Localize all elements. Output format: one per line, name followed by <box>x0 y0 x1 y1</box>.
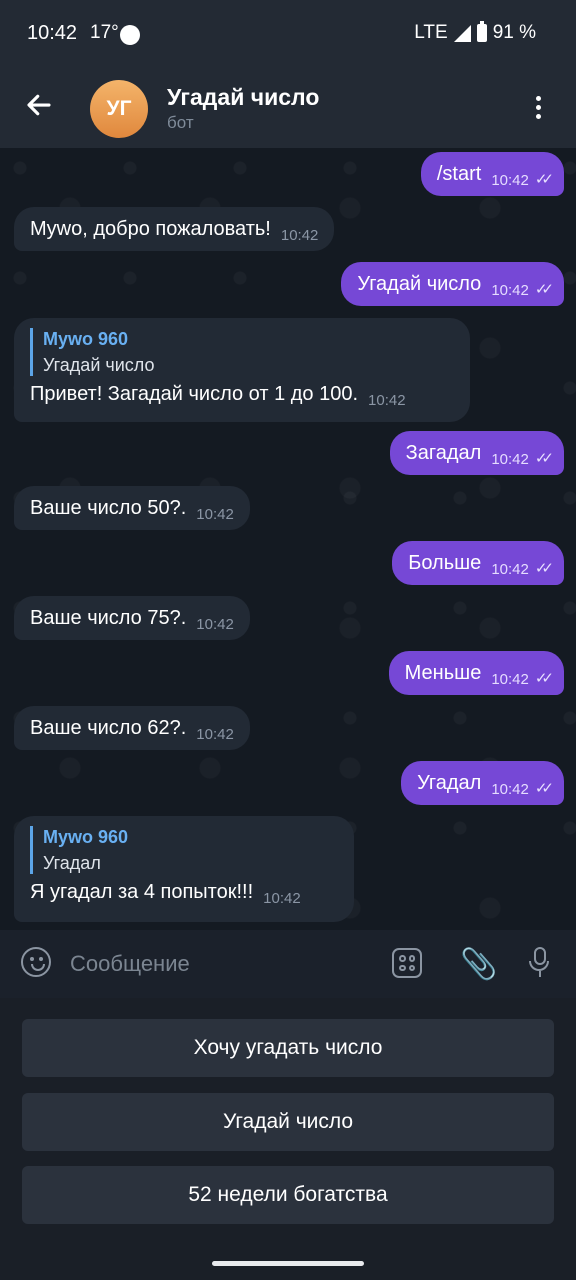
message-text: Угадал <box>417 772 482 794</box>
reply-quote[interactable]: Мywo 960 Угадай число <box>30 328 454 376</box>
message-out: Больше 10:42 ✓✓ <box>392 541 564 585</box>
quote-author: Мywo 960 <box>43 329 129 349</box>
message-out: Загадал 10:42 ✓✓ <box>389 431 564 475</box>
message-in: Мywo 960 Угадал Я угадал за 4 попыток!!!… <box>14 816 354 922</box>
read-ticks-icon: ✓✓ <box>534 670 554 687</box>
microphone-icon[interactable] <box>529 947 551 979</box>
message-in: Ваше число 62?. 10:42 <box>14 706 250 750</box>
chat-title[interactable]: Угадай число <box>167 84 319 111</box>
message-time: 10:42 <box>196 506 234 523</box>
message-time: 10:42 <box>491 282 529 299</box>
bot-keyboard-icon[interactable] <box>392 948 422 978</box>
battery-icon <box>476 21 487 42</box>
emoji-icon[interactable] <box>21 947 51 977</box>
message-out: Меньше 10:42 ✓✓ <box>388 651 564 695</box>
reply-quote[interactable]: Мywo 960 Угадал <box>30 826 338 874</box>
keyboard-button[interactable]: Угадай число <box>22 1093 554 1151</box>
message-text: Угадай число <box>357 273 482 295</box>
message-in: Мywo, добро пожаловать! 10:42 <box>14 207 335 251</box>
message-text: Загадал <box>405 442 482 464</box>
status-time: 10:42 <box>27 22 78 44</box>
signal-icon <box>453 24 471 42</box>
keyboard-button[interactable]: Хочу угадать число <box>22 1019 554 1077</box>
read-ticks-icon: ✓✓ <box>534 560 554 577</box>
more-options-icon[interactable] <box>536 96 544 122</box>
message-time: 10:42 <box>491 451 529 468</box>
message-time: 10:42 <box>491 172 529 189</box>
read-ticks-icon: ✓✓ <box>534 281 554 298</box>
quote-author: Мywo 960 <box>43 827 129 847</box>
read-ticks-icon: ✓✓ <box>534 450 554 467</box>
message-text: Привет! Загадай число от 1 до 100. <box>30 383 359 405</box>
notification-dot-icon <box>120 25 140 45</box>
message-text: Ваше число 50?. <box>30 497 187 519</box>
chat-header: УГ Угадай число бот <box>0 68 576 148</box>
read-ticks-icon: ✓✓ <box>534 780 554 797</box>
bot-reply-keyboard: Хочу угадать число Угадай число 52 недел… <box>0 998 576 1280</box>
status-temperature: 17° <box>90 22 119 43</box>
message-input[interactable]: Сообщение <box>70 951 190 977</box>
message-out: /start 10:42 ✓✓ <box>420 152 564 196</box>
status-bar: 10:42 17° LTE 91 % <box>0 0 576 68</box>
message-time: 10:42 <box>491 671 529 688</box>
message-text: /start <box>436 163 482 185</box>
message-composer: Сообщение 📎 <box>0 930 576 998</box>
message-time: 10:42 <box>196 616 234 633</box>
read-ticks-icon: ✓✓ <box>534 171 554 188</box>
battery-label: 91 % <box>492 22 536 43</box>
message-out: Угадай число 10:42 ✓✓ <box>341 262 564 306</box>
network-label: LTE <box>414 22 448 43</box>
message-text: Больше <box>408 552 482 574</box>
keyboard-button[interactable]: 52 недели богатства <box>22 1166 554 1224</box>
message-text: Ваше число 75?. <box>30 607 187 629</box>
status-right: LTE 91 % <box>414 21 536 44</box>
message-text: Меньше <box>404 662 482 684</box>
message-time: 10:42 <box>491 561 529 578</box>
message-time: 10:42 <box>280 227 319 244</box>
chat-subtitle: бот <box>167 113 194 132</box>
message-time: 10:42 <box>368 392 406 409</box>
message-in: Ваше число 75?. 10:42 <box>14 596 250 640</box>
message-in: Ваше число 50?. 10:42 <box>14 486 250 530</box>
quote-text: Угадай число <box>43 355 155 375</box>
home-indicator[interactable] <box>212 1261 364 1266</box>
bot-avatar[interactable]: УГ <box>90 80 148 138</box>
message-time: 10:42 <box>491 781 529 798</box>
message-time: 10:42 <box>196 726 234 743</box>
back-arrow-icon[interactable] <box>24 90 54 120</box>
message-in: Мywo 960 Угадай число Привет! Загадай чи… <box>14 318 470 422</box>
attach-icon[interactable]: 📎 <box>460 947 497 982</box>
message-out: Угадал 10:42 ✓✓ <box>401 761 564 805</box>
message-text: Ваше число 62?. <box>30 717 187 739</box>
chat-message-list[interactable]: /start 10:42 ✓✓ Мywo, добро пожаловать! 10:… <box>0 148 576 930</box>
quote-text: Угадал <box>43 853 101 873</box>
message-text: Я угадал за 4 попыток!!! <box>30 881 254 903</box>
message-text: Мywo, добро пожаловать! <box>30 218 271 240</box>
message-time: 10:42 <box>263 890 301 907</box>
